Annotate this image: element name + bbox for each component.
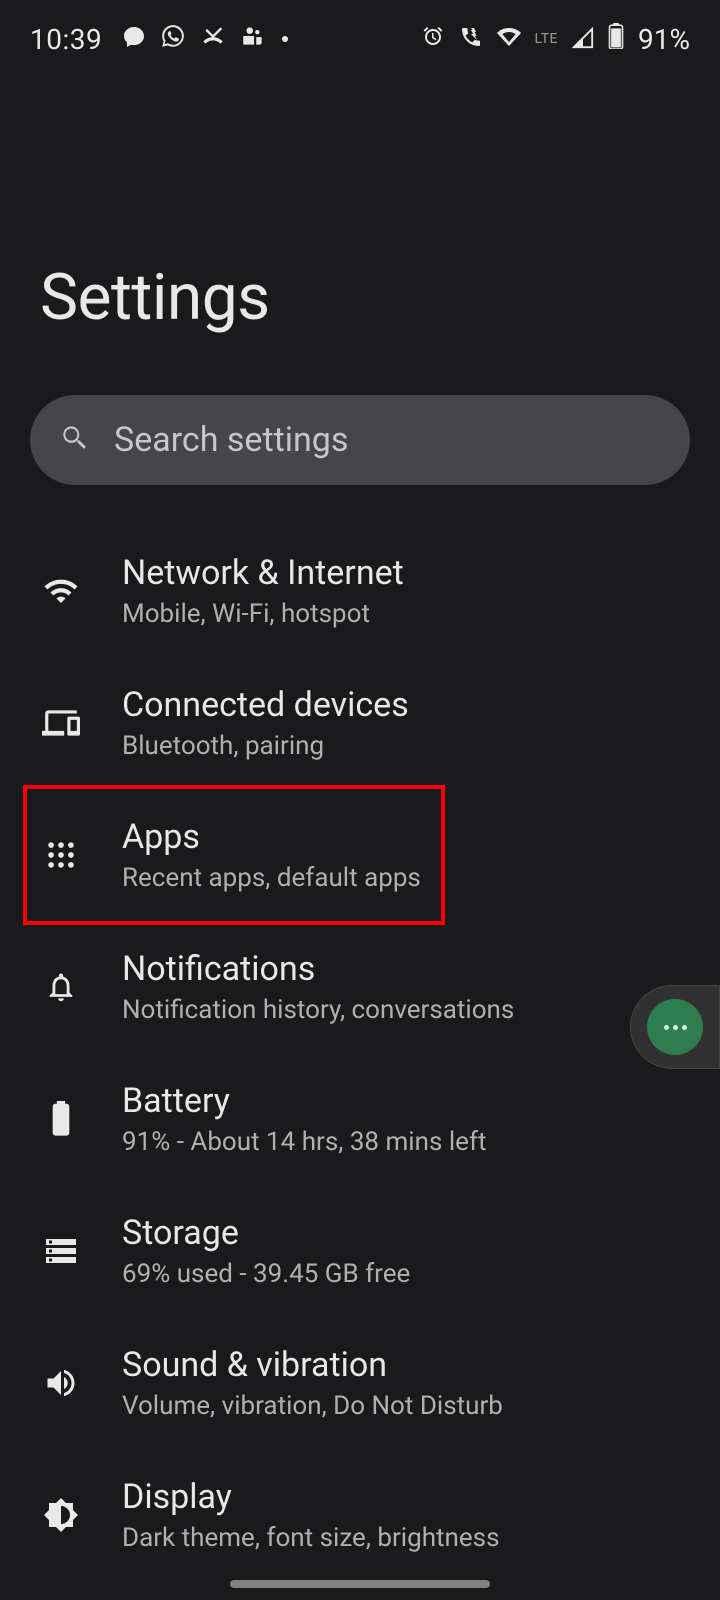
battery-icon [40, 1098, 82, 1140]
sound-icon [40, 1362, 82, 1404]
page-title: Settings [0, 60, 720, 395]
status-right: LTE 91% [421, 23, 690, 56]
setting-title: Connected devices [122, 685, 409, 725]
whatsapp-icon [160, 23, 186, 56]
nav-handle[interactable] [230, 1580, 490, 1588]
chat-icon [122, 23, 146, 56]
search-icon [58, 422, 90, 458]
lte-label: LTE [535, 31, 558, 47]
storage-icon [40, 1230, 82, 1272]
setting-item-battery[interactable]: Battery 91% - About 14 hrs, 38 mins left [0, 1053, 720, 1185]
brightness-icon [40, 1494, 82, 1536]
assistant-fab[interactable] [630, 985, 720, 1069]
setting-item-sound[interactable]: Sound & vibration Volume, vibration, Do … [0, 1317, 720, 1449]
setting-item-network[interactable]: Network & Internet Mobile, Wi-Fi, hotspo… [0, 525, 720, 657]
more-icon [647, 999, 703, 1055]
setting-text: Network & Internet Mobile, Wi-Fi, hotspo… [122, 553, 404, 629]
wifi-calling-icon [459, 23, 483, 56]
missed-call-icon [200, 23, 226, 56]
bell-icon [40, 966, 82, 1008]
status-bar: 10:39 LTE 91% [0, 0, 720, 60]
setting-subtitle: Notification history, conversations [122, 995, 514, 1025]
setting-title: Storage [122, 1213, 410, 1253]
setting-item-connected-devices[interactable]: Connected devices Bluetooth, pairing [0, 657, 720, 789]
setting-subtitle: 69% used - 39.45 GB free [122, 1259, 410, 1289]
setting-item-storage[interactable]: Storage 69% used - 39.45 GB free [0, 1185, 720, 1317]
setting-text: Battery 91% - About 14 hrs, 38 mins left [122, 1081, 487, 1157]
setting-subtitle: Mobile, Wi-Fi, hotspot [122, 599, 404, 629]
more-notifications-dot [282, 36, 288, 42]
setting-text: Apps Recent apps, default apps [122, 817, 421, 893]
setting-title: Network & Internet [122, 553, 404, 593]
setting-text: Sound & vibration Volume, vibration, Do … [122, 1345, 503, 1421]
setting-item-apps[interactable]: Apps Recent apps, default apps [0, 789, 720, 921]
devices-icon [40, 702, 82, 744]
setting-title: Sound & vibration [122, 1345, 503, 1385]
setting-text: Storage 69% used - 39.45 GB free [122, 1213, 410, 1289]
wifi-icon [40, 570, 82, 612]
search-bar[interactable]: Search settings [30, 395, 690, 485]
setting-subtitle: Dark theme, font size, brightness [122, 1523, 500, 1553]
setting-title: Notifications [122, 949, 514, 989]
wifi-icon [497, 23, 521, 56]
signal-icon [572, 23, 594, 56]
setting-title: Battery [122, 1081, 487, 1121]
settings-list: Network & Internet Mobile, Wi-Fi, hotspo… [0, 485, 720, 1581]
alarm-icon [421, 23, 445, 56]
setting-text: Connected devices Bluetooth, pairing [122, 685, 409, 761]
apps-icon [40, 834, 82, 876]
search-placeholder: Search settings [114, 420, 348, 460]
setting-title: Display [122, 1477, 500, 1517]
setting-subtitle: 91% - About 14 hrs, 38 mins left [122, 1127, 487, 1157]
setting-text: Display Dark theme, font size, brightnes… [122, 1477, 500, 1553]
setting-subtitle: Recent apps, default apps [122, 863, 421, 893]
setting-item-notifications[interactable]: Notifications Notification history, conv… [0, 921, 720, 1053]
setting-item-display[interactable]: Display Dark theme, font size, brightnes… [0, 1449, 720, 1581]
setting-subtitle: Bluetooth, pairing [122, 731, 409, 761]
setting-title: Apps [122, 817, 421, 857]
setting-subtitle: Volume, vibration, Do Not Disturb [122, 1391, 503, 1421]
status-left: 10:39 [30, 23, 288, 56]
battery-icon [608, 23, 624, 56]
battery-percent: 91% [638, 23, 690, 56]
setting-text: Notifications Notification history, conv… [122, 949, 514, 1025]
status-time: 10:39 [30, 23, 102, 56]
teams-icon [240, 23, 266, 56]
